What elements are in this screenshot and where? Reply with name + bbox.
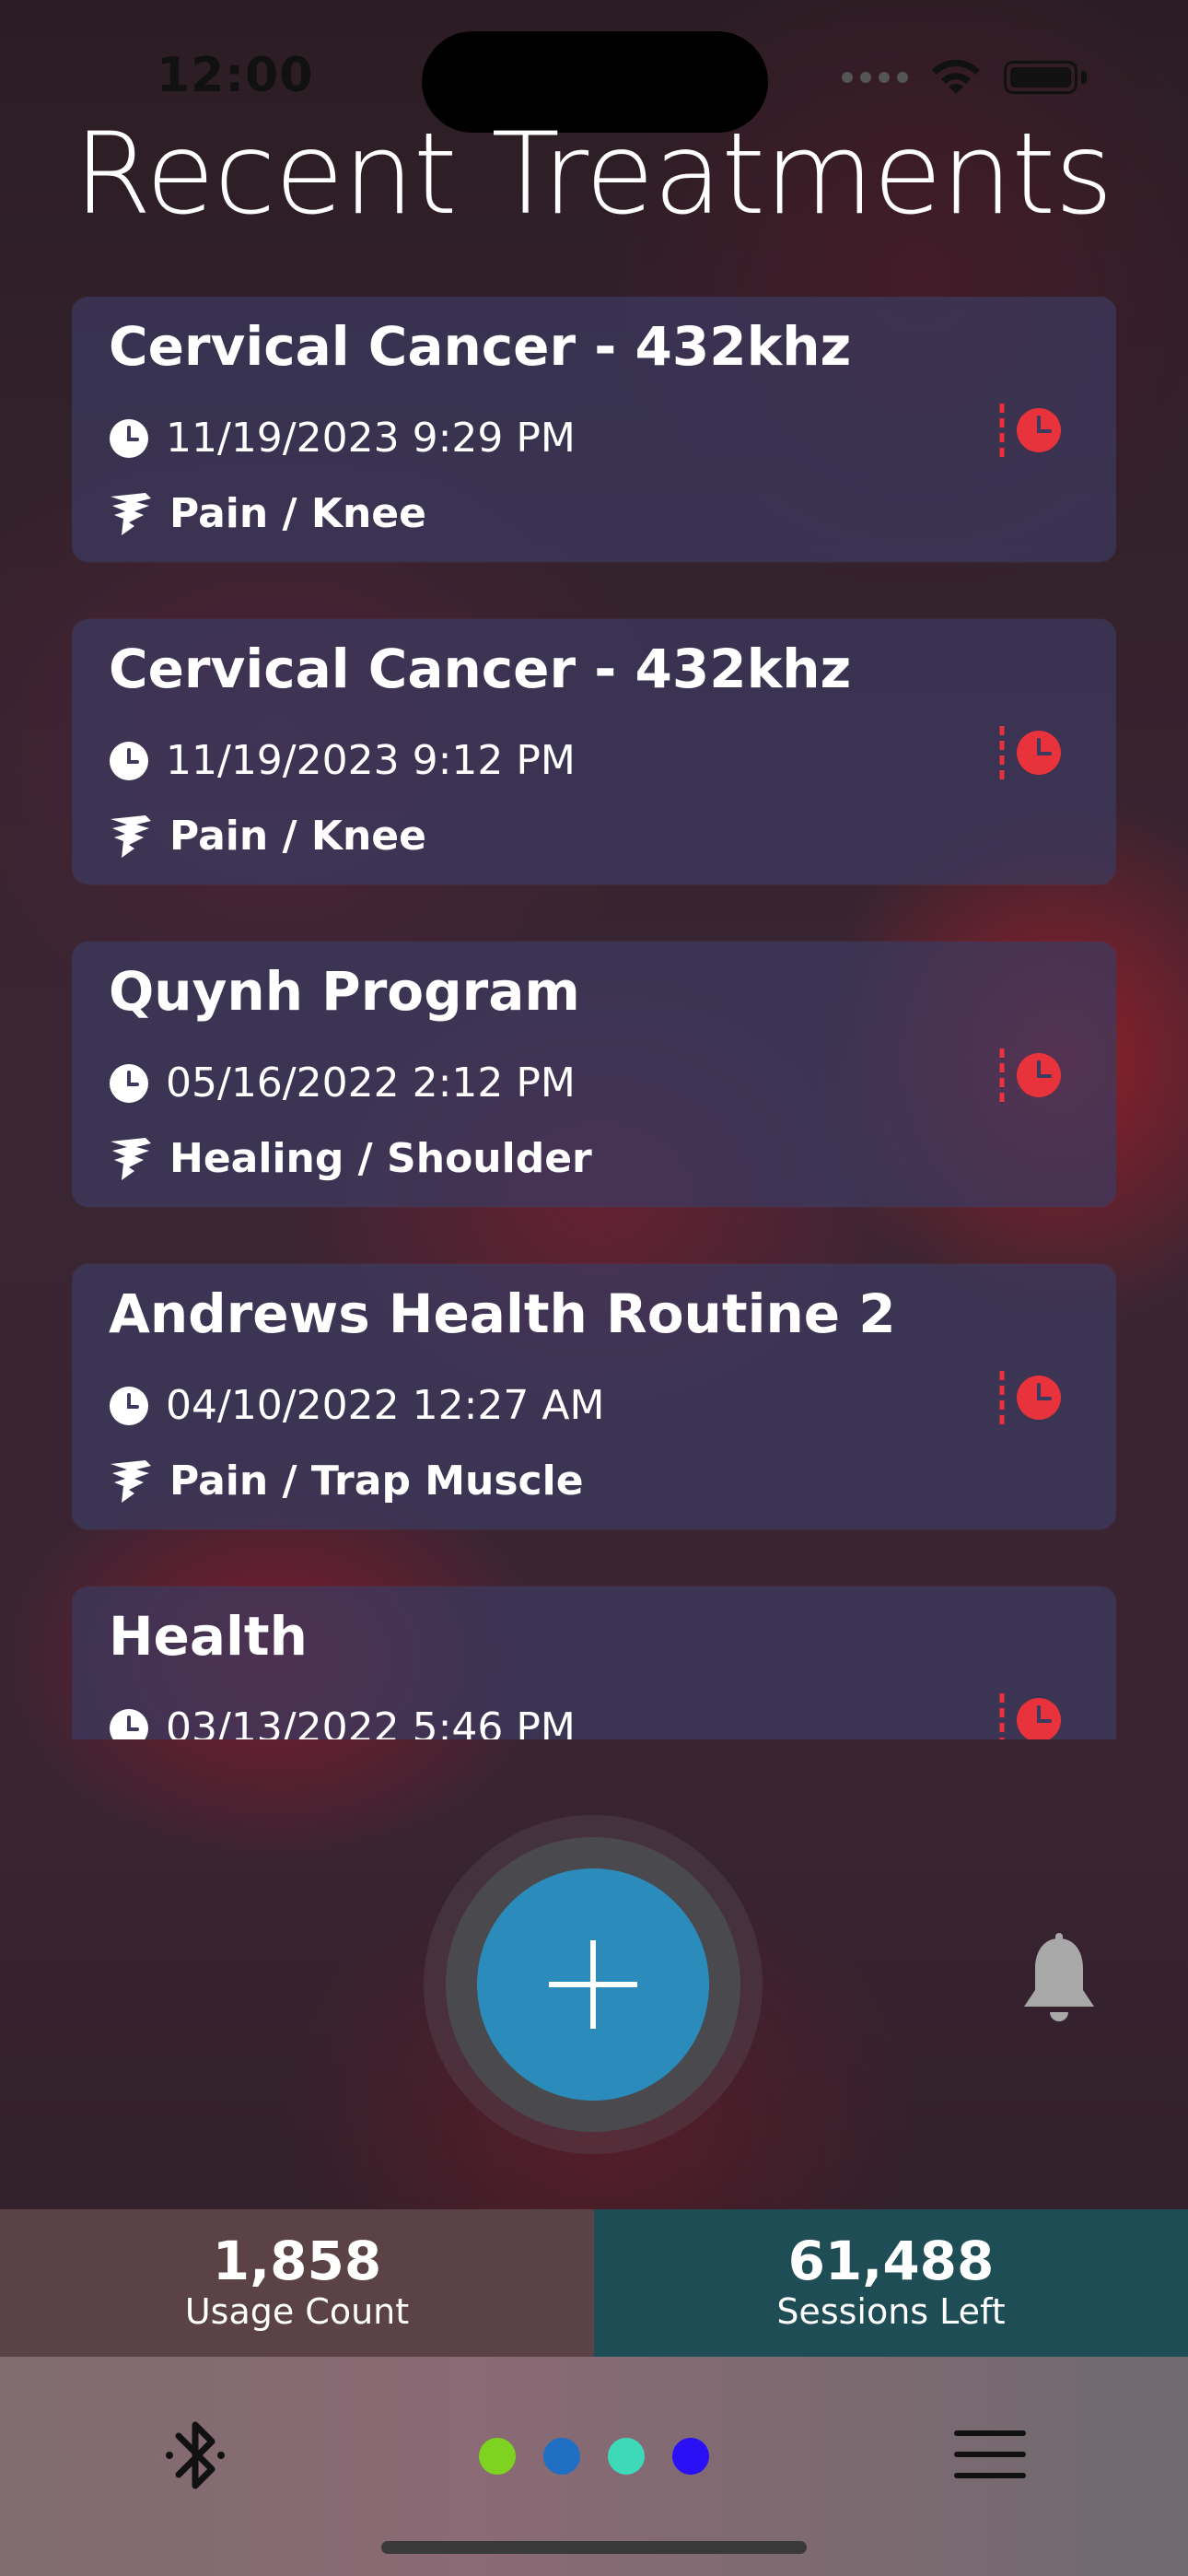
plus-icon	[549, 1940, 637, 2029]
treatment-date-row: 11/19/2023 9:12 PM	[109, 737, 576, 784]
wing-symbol-icon	[111, 814, 151, 858]
signal-icon	[842, 72, 908, 83]
treatment-date-row: 11/19/2023 9:29 PM	[109, 415, 576, 462]
treatment-title: Andrews Health Routine 2	[109, 1282, 896, 1345]
treatment-category: Healing / Shoulder	[169, 1135, 592, 1182]
status-dot-indigo[interactable]	[672, 2438, 709, 2475]
treatment-category-row: Pain / Trap Muscle	[109, 1458, 584, 1505]
treatment-category-row: Pain / Knee	[109, 813, 426, 860]
page-title: Recent Treatments	[74, 109, 1113, 240]
status-time: 12:00	[157, 48, 314, 103]
battery-icon	[1004, 61, 1077, 94]
treatment-date: 11/19/2023 9:12 PM	[166, 737, 576, 784]
usage-count-value: 1,858	[212, 2230, 382, 2293]
treatment-card[interactable]: Quynh Program 05/16/2022 2:12 PM Healing…	[72, 942, 1116, 1207]
treatment-date: 03/13/2022 5:46 PM	[166, 1704, 576, 1739]
status-dot-green[interactable]	[479, 2438, 516, 2475]
wing-symbol-icon	[111, 492, 151, 535]
treatment-title: Health	[109, 1605, 308, 1668]
add-treatment-button[interactable]	[477, 1868, 709, 2101]
treatment-card[interactable]: Cervical Cancer - 432khz 11/19/2023 9:12…	[72, 619, 1116, 884]
clock-icon	[110, 1386, 148, 1425]
treatment-title: Quynh Program	[109, 960, 580, 1023]
treatment-category: Pain / Knee	[169, 813, 426, 860]
hamburger-menu-icon[interactable]	[954, 2427, 1026, 2482]
home-indicator[interactable]	[381, 2541, 807, 2554]
sessions-left-value: 61,488	[787, 2230, 995, 2293]
clock-icon	[110, 1063, 148, 1103]
clock-history-icon[interactable]	[996, 400, 1070, 461]
bell-icon[interactable]	[1020, 1933, 1098, 2031]
treatment-date: 11/19/2023 9:29 PM	[166, 415, 576, 462]
treatment-category-row: Healing / Shoulder	[109, 1135, 592, 1182]
status-icons	[842, 57, 1087, 98]
clock-history-icon[interactable]	[996, 1367, 1070, 1428]
treatment-date-row: 05/16/2022 2:12 PM	[109, 1060, 576, 1107]
treatment-category: Pain / Trap Muscle	[169, 1458, 584, 1505]
wing-symbol-icon	[111, 1137, 151, 1180]
treatment-date: 05/16/2022 2:12 PM	[166, 1060, 576, 1107]
sessions-left-stat: 61,488 Sessions Left	[594, 2209, 1188, 2357]
clock-icon	[110, 741, 148, 780]
stats-bar: 1,858 Usage Count 61,488 Sessions Left	[0, 2209, 1188, 2357]
wing-symbol-icon	[111, 1459, 151, 1503]
wifi-icon	[932, 59, 980, 94]
clock-history-icon[interactable]	[996, 1690, 1070, 1739]
treatment-date-row: 04/10/2022 12:27 AM	[109, 1382, 604, 1429]
sessions-left-label: Sessions Left	[776, 2291, 1006, 2333]
clock-history-icon[interactable]	[996, 1045, 1070, 1106]
treatment-card[interactable]: Health 03/13/2022 5:46 PM	[72, 1587, 1116, 1739]
treatment-card[interactable]: Andrews Health Routine 2 04/10/2022 12:2…	[72, 1264, 1116, 1529]
clock-icon	[110, 418, 148, 458]
treatment-title: Cervical Cancer - 432khz	[109, 638, 852, 700]
usage-count-stat: 1,858 Usage Count	[0, 2209, 594, 2357]
clock-icon	[110, 1708, 148, 1739]
treatment-title: Cervical Cancer - 432khz	[109, 315, 852, 378]
treatment-card[interactable]: Cervical Cancer - 432khz 11/19/2023 9:29…	[72, 297, 1116, 562]
treatment-category-row: Pain / Knee	[109, 490, 426, 537]
usage-count-label: Usage Count	[184, 2291, 410, 2333]
bluetooth-icon[interactable]	[162, 2414, 228, 2497]
treatments-list[interactable]: Cervical Cancer - 432khz 11/19/2023 9:29…	[72, 297, 1116, 1739]
status-dot-teal[interactable]	[608, 2438, 645, 2475]
status-dot-blue[interactable]	[543, 2438, 580, 2475]
clock-history-icon[interactable]	[996, 722, 1070, 783]
device-status-dots	[479, 2438, 709, 2475]
battery-nub	[1081, 71, 1087, 84]
treatment-date: 04/10/2022 12:27 AM	[166, 1382, 605, 1429]
treatment-category: Pain / Knee	[169, 490, 426, 537]
treatment-date-row: 03/13/2022 5:46 PM	[109, 1704, 576, 1739]
